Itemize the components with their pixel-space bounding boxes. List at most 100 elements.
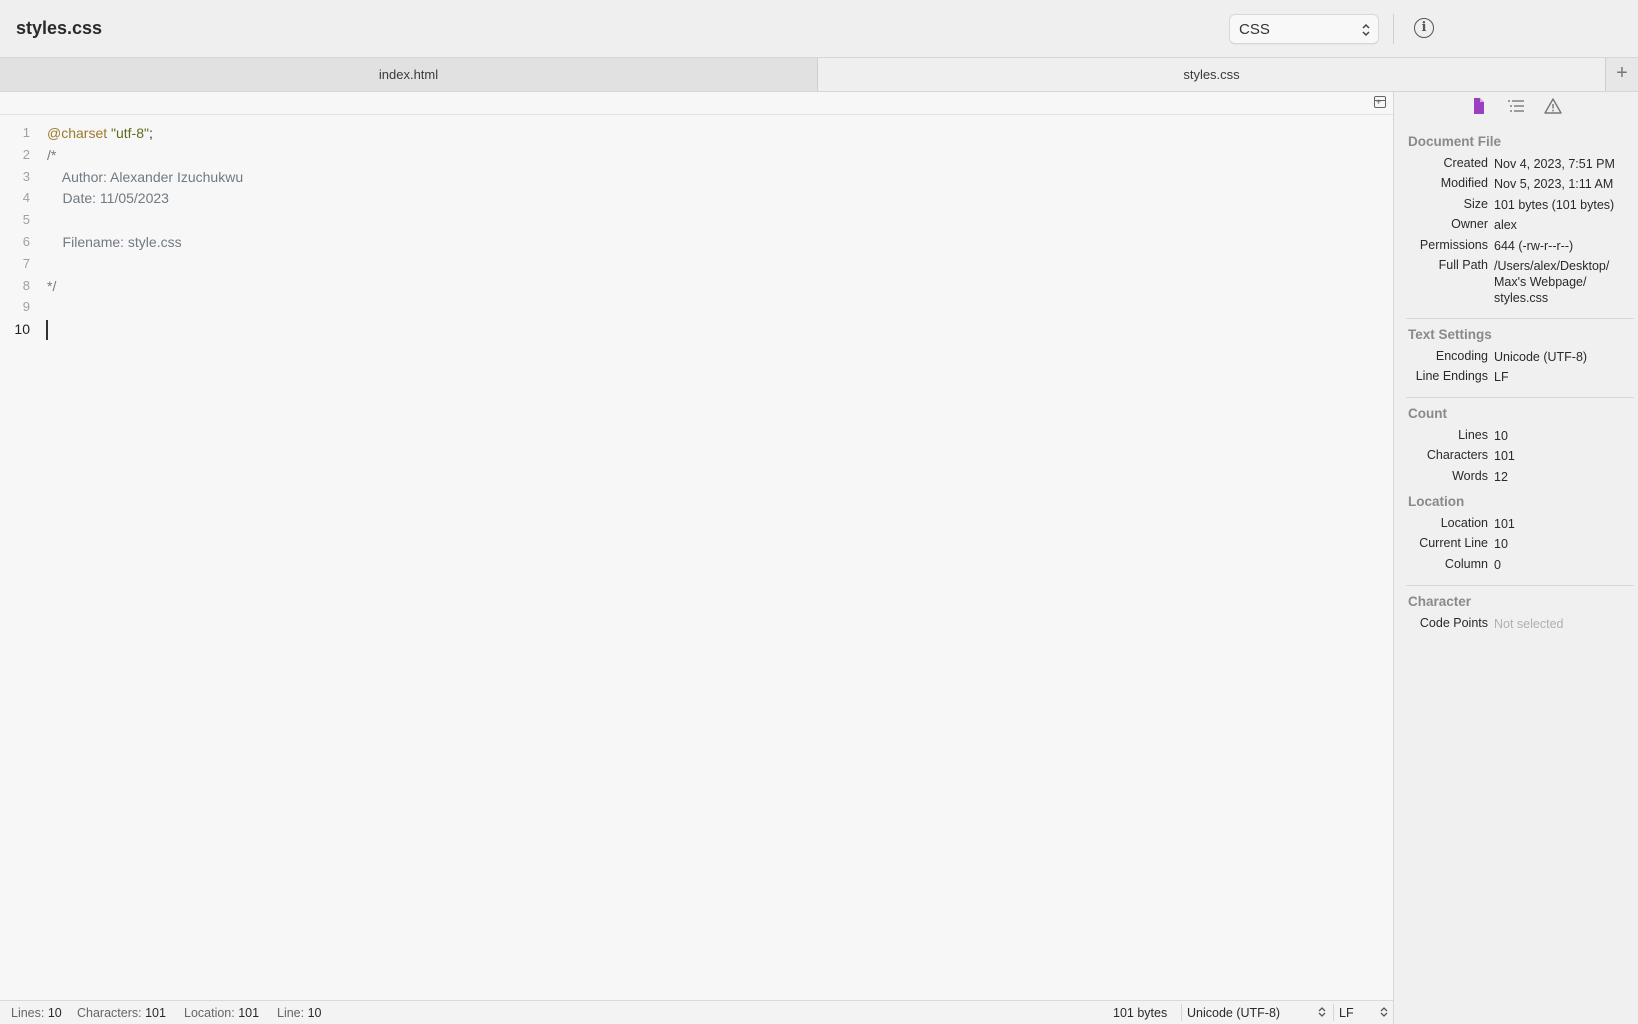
- owner-value: alex: [1494, 218, 1517, 232]
- words-value: 12: [1494, 470, 1508, 484]
- line-endings-value: LF: [1494, 370, 1509, 384]
- code-line: Filename: style.css: [47, 233, 182, 250]
- created-value: Nov 4, 2023, 7:51 PM: [1494, 157, 1615, 171]
- status-line-label: Line:: [277, 1006, 305, 1020]
- status-lines-label: Lines:: [11, 1006, 45, 1020]
- title-bar: styles.css CSS i: [0, 0, 1638, 58]
- add-tab-button[interactable]: +: [1605, 58, 1638, 91]
- info-icon[interactable]: i: [1414, 18, 1434, 38]
- inspector-tabs: [1394, 92, 1638, 120]
- section-divider: [1406, 397, 1634, 398]
- modified-label: Modified: [1440, 176, 1488, 190]
- line-number: 6: [22, 233, 30, 249]
- code-points-value: Not selected: [1494, 617, 1564, 631]
- syntax-style-value: CSS: [1239, 21, 1270, 38]
- line-endings-label: Line Endings: [1415, 369, 1488, 383]
- code-points-label: Code Points: [1419, 616, 1488, 630]
- status-location: Location: 101: [184, 1006, 259, 1020]
- status-location-value: 101: [238, 1006, 260, 1020]
- encoding-value: Unicode (UTF-8): [1494, 350, 1588, 364]
- status-divider: [1181, 1004, 1182, 1021]
- full-path-segment: styles.css: [1494, 291, 1549, 305]
- owner-label: Owner: [1451, 217, 1488, 231]
- line-number-gutter: 1 2 3 4 5 6 7 8 9 10: [0, 122, 36, 340]
- status-location-label: Location:: [184, 1006, 235, 1020]
- characters-label: Characters: [1426, 448, 1488, 462]
- section-location: Location: [1408, 494, 1465, 509]
- section-count: Count: [1408, 406, 1447, 421]
- code-line: Date: 11/05/2023: [47, 190, 169, 207]
- status-chars-label: Characters:: [77, 1006, 142, 1020]
- code-editor[interactable]: 1 2 3 4 5 6 7 8 9 10 @charset "utf-8"; /…: [0, 92, 1394, 1000]
- words-label: Words: [1452, 469, 1488, 483]
- created-label: Created: [1443, 156, 1488, 170]
- section-character: Character: [1408, 594, 1472, 609]
- status-file-size: 101 bytes: [1113, 1006, 1168, 1020]
- status-line: Line: 10: [277, 1006, 322, 1020]
- line-number: 1: [22, 125, 30, 140]
- tab-index-html[interactable]: index.html: [0, 58, 818, 91]
- tab-bar: index.html styles.css +: [0, 58, 1638, 92]
- section-text-settings: Text Settings: [1408, 327, 1492, 342]
- syntax-style-select[interactable]: CSS: [1229, 14, 1379, 44]
- text-cursor: [46, 320, 48, 341]
- status-characters: Characters: 101: [77, 1006, 166, 1020]
- css-string: "utf-8": [111, 125, 149, 141]
- column-value: 0: [1494, 558, 1501, 572]
- permissions-value: 644 (-rw-r--r--): [1494, 239, 1574, 253]
- permissions-label: Permissions: [1419, 238, 1488, 252]
- status-chars-value: 101: [145, 1006, 166, 1020]
- modified-value: Nov 5, 2023, 1:11 AM: [1494, 177, 1614, 191]
- code-text-area[interactable]: @charset "utf-8"; /* Author: Alexander I…: [46, 122, 1367, 341]
- characters-value: 101: [1494, 449, 1515, 463]
- inspector-panel: Document File Created Nov 4, 2023, 7:51 P…: [1394, 92, 1638, 1024]
- line-number: 2: [22, 146, 30, 162]
- line-number: 5: [22, 212, 30, 228]
- section-document-file: Document File: [1408, 134, 1502, 149]
- size-value: 101 bytes (101 bytes): [1494, 198, 1615, 212]
- window-title: styles.css: [16, 18, 103, 38]
- up-down-chevron-icon: [1380, 1007, 1388, 1017]
- tab-styles-css[interactable]: styles.css: [818, 58, 1605, 91]
- lines-value: 10: [1494, 429, 1508, 443]
- full-path-segment: Max's Webpage/: [1494, 275, 1587, 289]
- status-divider: [1333, 1004, 1334, 1021]
- lines-label: Lines: [1458, 428, 1488, 442]
- encoding-select[interactable]: Unicode (UTF-8): [1187, 1006, 1280, 1020]
- line-number: 7: [22, 255, 30, 271]
- status-line-value: 10: [307, 1006, 322, 1020]
- full-path-value: /Users/alex/Desktop/ Max's Webpage/ styl…: [1494, 258, 1634, 306]
- current-line-number: 10: [14, 321, 30, 338]
- section-divider: [1406, 585, 1634, 586]
- line-number: 9: [22, 299, 30, 315]
- up-down-chevron-icon: [1362, 23, 1370, 37]
- split-editor-icon[interactable]: [1374, 96, 1386, 108]
- outline-list-icon[interactable]: [1507, 97, 1525, 115]
- status-lines-value: 10: [47, 1006, 62, 1020]
- location-label: Location: [1440, 516, 1488, 530]
- current-line-value: 10: [1494, 537, 1508, 551]
- warning-icon[interactable]: [1544, 97, 1562, 115]
- line-number: 3: [22, 168, 30, 184]
- status-bar: Lines: 10 Characters: 101 Location: 101 …: [0, 1000, 1394, 1024]
- status-lines: Lines: 10: [11, 1006, 62, 1020]
- line-number: 4: [22, 190, 30, 206]
- size-label: Size: [1463, 197, 1488, 211]
- full-path-segment: /Users/alex/Desktop/: [1494, 259, 1610, 273]
- full-path-label: Full Path: [1438, 258, 1488, 272]
- document-icon[interactable]: [1470, 97, 1488, 115]
- location-value: 101: [1494, 517, 1515, 531]
- code-line: @charset "utf-8";: [47, 122, 1367, 144]
- section-divider: [1406, 318, 1634, 319]
- column-label: Column: [1444, 557, 1488, 571]
- code-line: /*: [47, 146, 57, 163]
- code-line-current: [46, 318, 1367, 341]
- editor-header: [0, 92, 1393, 115]
- code-line: Author: Alexander Izuchukwu: [47, 168, 244, 185]
- code-line: */: [47, 277, 57, 294]
- css-at-rule: @charset: [47, 125, 108, 141]
- line-ending-select[interactable]: LF: [1339, 1006, 1354, 1020]
